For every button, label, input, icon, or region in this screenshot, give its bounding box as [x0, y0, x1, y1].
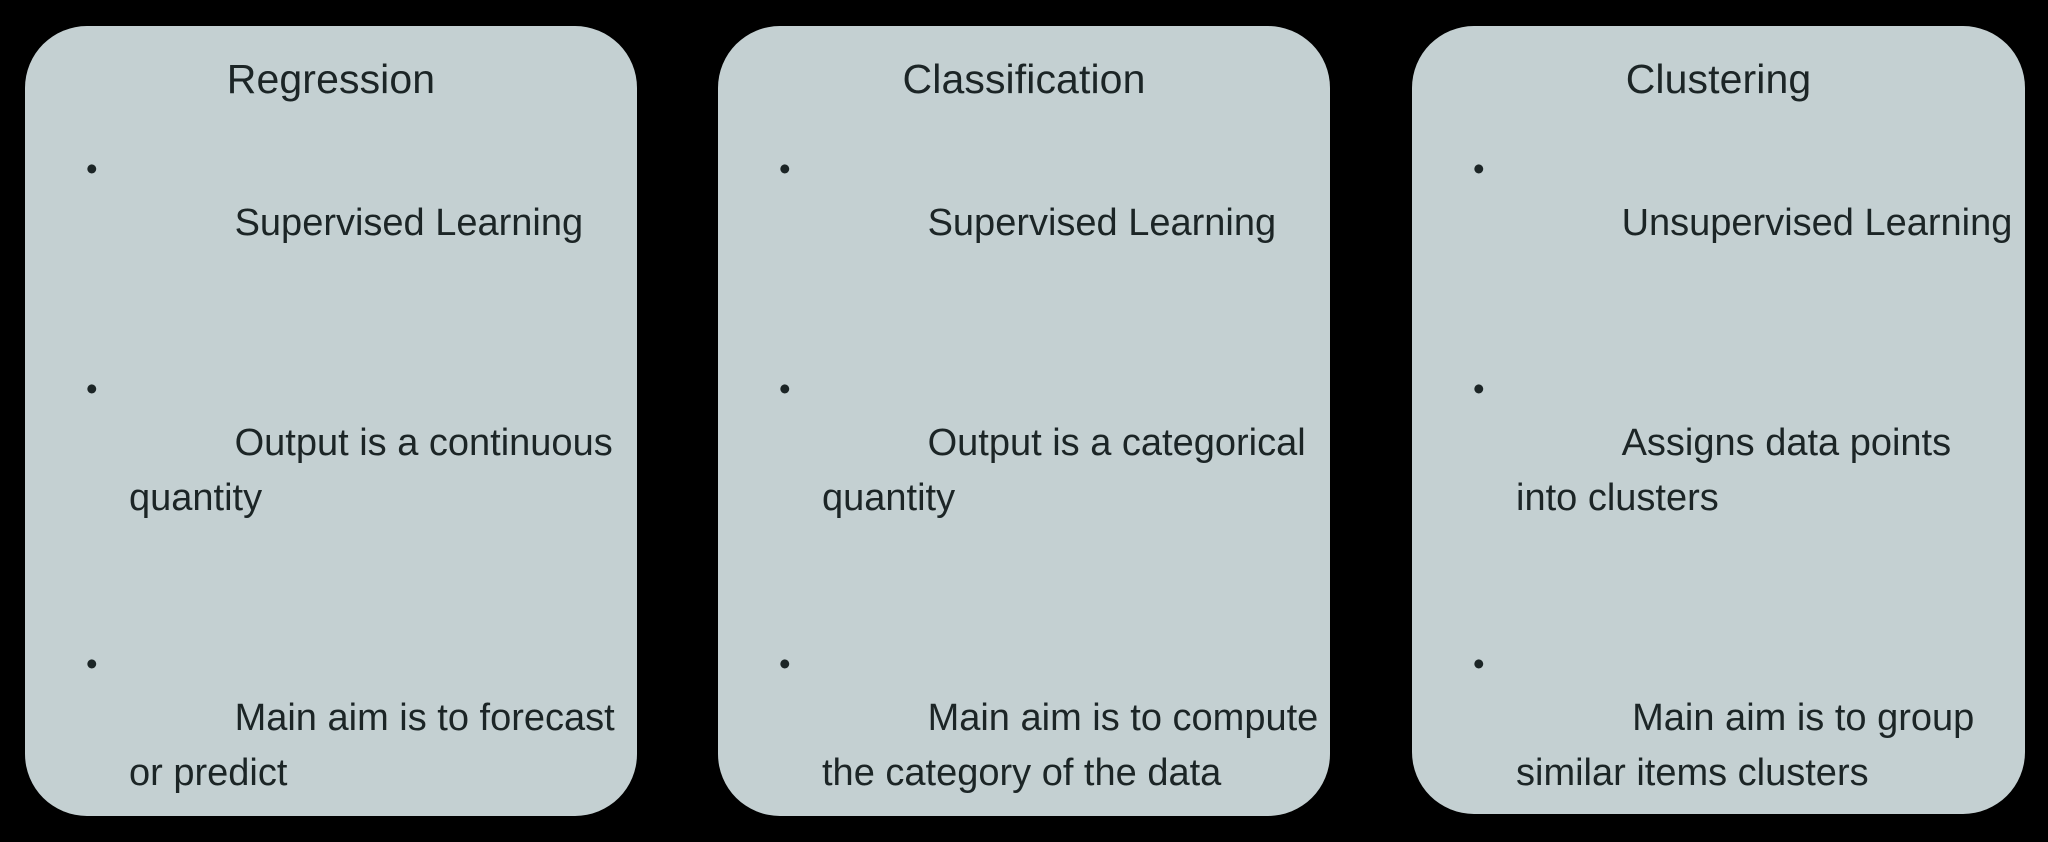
- comparison-slide: Regression Supervised Learning Output is…: [0, 0, 2048, 842]
- bullet-text: Supervised Learning: [234, 202, 584, 244]
- bullet-list-clustering: Unsupervised Learning Assigns data point…: [1412, 103, 2025, 842]
- bullet-list-classification: Supervised Learning Output is a categori…: [718, 103, 1330, 842]
- bullet-text: Unsupervised Learning: [1621, 202, 2013, 244]
- list-item: Output is a categorical quantity: [755, 361, 1320, 581]
- bullet-text: Output is a continuous quantity: [129, 422, 624, 519]
- bullet-text: Assigns data points into clusters: [1516, 422, 1962, 519]
- list-item: Unsupervised Learning: [1449, 141, 2015, 306]
- list-item: Main aim is to group similar items clust…: [1449, 636, 2015, 842]
- bullet-text: Supervised Learning: [927, 202, 1277, 244]
- list-item: Main aim is to compute the category of t…: [755, 636, 1320, 842]
- bullet-list-regression: Supervised Learning Output is a continuo…: [25, 103, 637, 842]
- list-item: Assigns data points into clusters: [1449, 361, 2015, 581]
- bullet-text: Output is a categorical quantity: [822, 422, 1317, 519]
- bullet-text: Main aim is to forecast or predict: [129, 697, 626, 794]
- bullet-text: Main aim is to group similar items clust…: [1516, 697, 1985, 794]
- list-item: Supervised Learning: [62, 141, 627, 306]
- card-title-classification: Classification: [902, 56, 1146, 102]
- bullet-text: Main aim is to compute the category of t…: [822, 697, 1329, 794]
- list-item: Main aim is to forecast or predict: [62, 636, 627, 842]
- list-item: Output is a continuous quantity: [62, 361, 627, 581]
- cards-row: Regression Supervised Learning Output is…: [0, 0, 2048, 842]
- card-title-regression: Regression: [226, 56, 436, 102]
- card-title-clustering: Clustering: [1625, 56, 1812, 102]
- card-clustering: Clustering Unsupervised Learning Assigns…: [1412, 26, 2025, 814]
- card-regression: Regression Supervised Learning Output is…: [25, 26, 637, 816]
- list-item: Supervised Learning: [755, 141, 1320, 306]
- card-classification: Classification Supervised Learning Outpu…: [718, 26, 1330, 816]
